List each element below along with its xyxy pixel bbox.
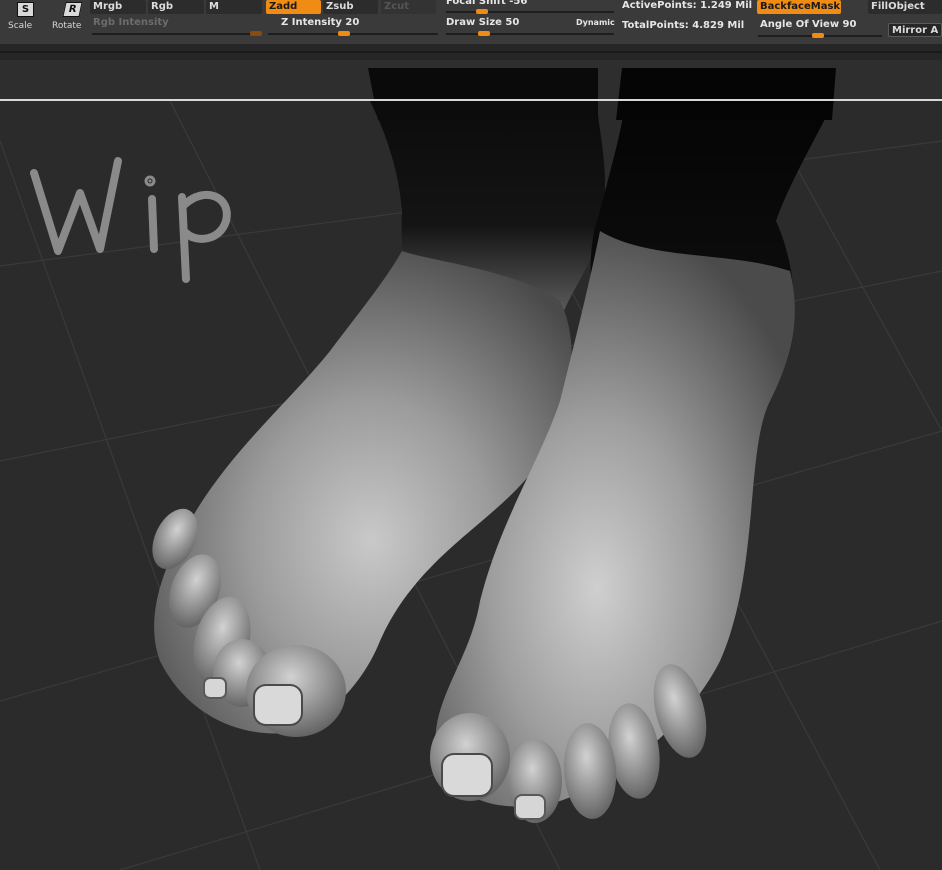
z-intensity-slider[interactable] [268,31,438,36]
rotate-tool-label: Rotate [52,21,82,31]
total-points-readout: TotalPoints: 4.829 Mil [622,20,745,31]
rgb-intensity-knob[interactable] [250,31,262,36]
draw-size-knob[interactable] [478,31,490,36]
draw-size-slider[interactable] [446,31,614,36]
shelf-groove [0,51,942,53]
active-points-readout: ActivePoints: 1.249 Mil [622,0,753,11]
right-second-toenail [514,794,546,820]
viewport-canvas[interactable] [0,101,942,870]
left-second-toenail [203,677,227,699]
zadd-button[interactable]: Zadd [266,0,321,14]
focal-shift-knob[interactable] [476,9,488,14]
rotate-icon-glyph: R [67,4,78,15]
sculpt-viewport[interactable] [0,101,942,870]
rgb-intensity-slider[interactable] [92,31,262,36]
angle-of-view-slider[interactable] [758,33,882,38]
rgb-button[interactable]: Rgb [148,0,204,14]
m-button[interactable]: M [206,0,262,14]
z-intensity-label: Z Intensity 20 [281,17,360,28]
zbrush-window: S Scale R Rotate Mrgb Rgb M Rgb Intensit… [0,0,942,870]
angle-of-view-label: Angle Of View 90 [760,19,857,30]
zcut-button[interactable]: Zcut [381,0,436,14]
backface-mask-button[interactable]: BackfaceMask [757,0,841,14]
scale-icon[interactable]: S [17,2,34,17]
top-toolbar: S Scale R Rotate Mrgb Rgb M Rgb Intensit… [0,0,942,44]
mirror-button[interactable]: Mirror A [888,23,942,37]
focal-shift-slider[interactable] [446,9,614,14]
zsub-button[interactable]: Zsub [323,0,378,14]
right-big-toenail [441,753,493,797]
scale-icon-glyph: S [21,4,30,15]
angle-of-view-knob[interactable] [812,33,824,38]
left-big-toenail [253,684,303,726]
wip-handwritten-annotation [30,157,231,283]
scale-tool-label: Scale [8,21,33,31]
rotate-icon[interactable]: R [62,2,83,17]
rgb-intensity-label: Rgb Intensity [93,17,169,28]
fill-object-button[interactable]: FillObject [868,0,942,14]
mrgb-button[interactable]: Mrgb [90,0,146,14]
z-intensity-knob[interactable] [338,31,350,36]
focal-shift-label: Focal Shift -56 [446,0,528,7]
shelf-bar [0,44,942,60]
dynamic-toggle[interactable]: Dynamic [576,17,615,29]
draw-size-label: Draw Size 50 [446,17,520,28]
